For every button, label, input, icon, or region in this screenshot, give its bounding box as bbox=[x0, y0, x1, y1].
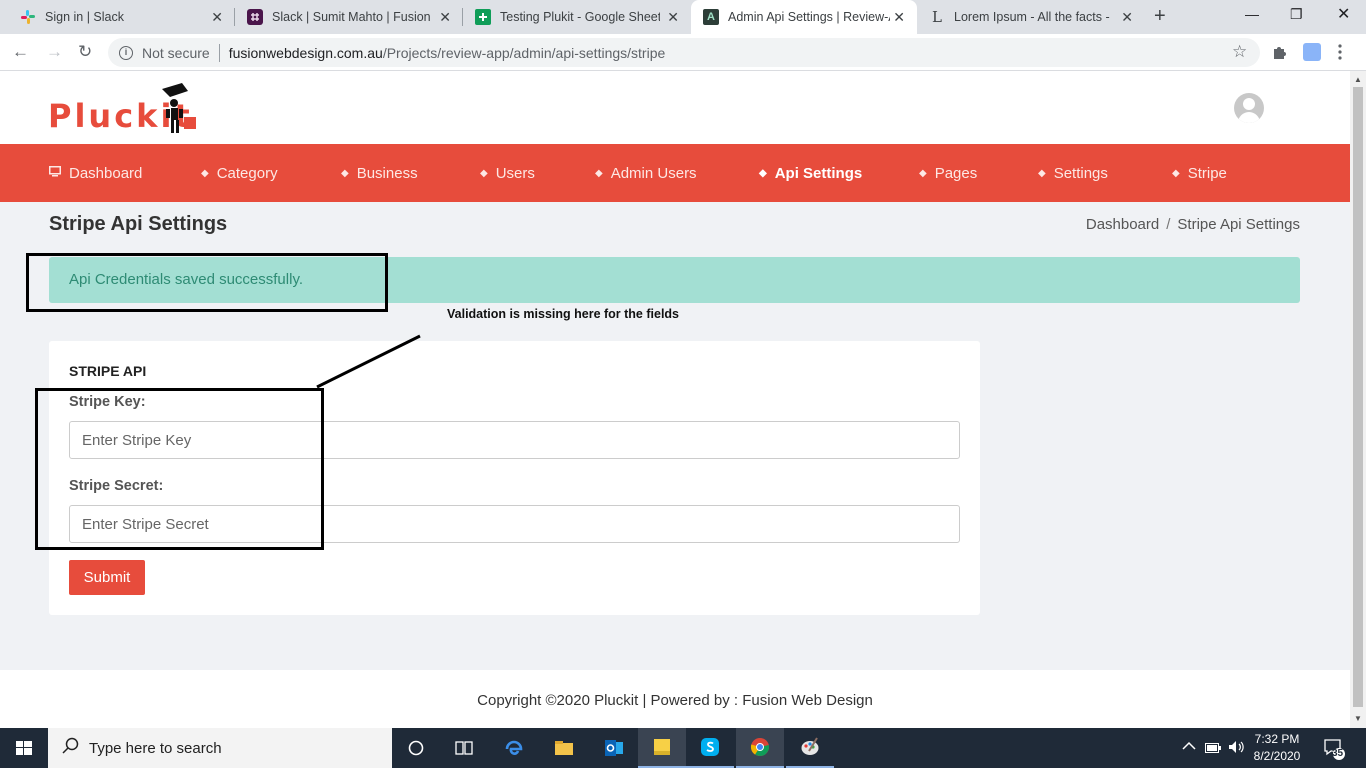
browser-tab-strip: Sign in | Slack ✕ Slack | Sumit Mahto | … bbox=[0, 0, 1366, 34]
cortana-icon[interactable] bbox=[392, 728, 440, 768]
extension-icon[interactable] bbox=[1303, 43, 1321, 61]
annotation-note: Validation is missing here for the field… bbox=[447, 307, 680, 321]
tab-title: Admin Api Settings | Review-A bbox=[728, 10, 890, 24]
task-view-icon[interactable] bbox=[440, 728, 488, 768]
search-placeholder: Type here to search bbox=[89, 739, 222, 757]
paint-icon[interactable] bbox=[786, 728, 834, 768]
scrollbar-thumb[interactable] bbox=[1353, 87, 1363, 707]
extensions-puzzle-icon[interactable] bbox=[1271, 43, 1289, 61]
scroll-down-arrow[interactable]: ▼ bbox=[1354, 714, 1362, 723]
restore-button[interactable]: ❐ bbox=[1290, 6, 1303, 23]
clock-date: 8/2/2020 bbox=[1253, 749, 1301, 763]
scroll-up-arrow[interactable]: ▲ bbox=[1354, 75, 1362, 84]
browser-tab-slack-signin[interactable]: Sign in | Slack ✕ bbox=[0, 0, 235, 34]
forward-button[interactable]: → bbox=[46, 42, 63, 62]
notification-center-icon[interactable]: 35 bbox=[1323, 738, 1345, 768]
start-button[interactable] bbox=[0, 728, 48, 768]
chrome-icon[interactable] bbox=[736, 728, 784, 768]
search-icon bbox=[62, 737, 79, 759]
file-explorer-icon[interactable] bbox=[540, 728, 588, 768]
address-divider bbox=[218, 43, 220, 62]
info-icon[interactable]: i bbox=[119, 45, 133, 60]
battery-icon[interactable] bbox=[1205, 742, 1221, 768]
chrome-menu-icon[interactable] bbox=[1338, 43, 1342, 61]
page-viewport: Pluckit Dashboard ◆ Category ◆ Business … bbox=[0, 71, 1350, 728]
tab-title: Lorem Ipsum - All the facts - L bbox=[954, 10, 1114, 24]
bookmark-star-icon[interactable]: ☆ bbox=[1232, 42, 1247, 62]
security-label: Not secure bbox=[142, 44, 210, 61]
windows-logo-icon bbox=[16, 741, 32, 755]
tab-title: Slack | Sumit Mahto | Fusion W bbox=[272, 10, 430, 24]
browser-tab-admin-api-settings[interactable]: A Admin Api Settings | Review-A ✕ bbox=[691, 0, 917, 34]
tab-title: Testing Plukit - Google Sheets bbox=[500, 10, 660, 24]
slack-icon bbox=[20, 9, 36, 25]
windows-taskbar: Type here to search 7:32 PM 8/2/2020 35 bbox=[0, 728, 1366, 768]
page-scrollbar[interactable]: ▲ ▼ bbox=[1350, 71, 1366, 728]
taskbar-clock[interactable]: 7:32 PM 8/2/2020 bbox=[1242, 731, 1312, 765]
close-tab-icon[interactable]: ✕ bbox=[211, 9, 223, 26]
browser-tab-slack-workspace[interactable]: Slack | Sumit Mahto | Fusion W ✕ bbox=[235, 0, 463, 34]
taskbar-search[interactable]: Type here to search bbox=[48, 728, 392, 768]
close-tab-icon[interactable]: ✕ bbox=[439, 9, 451, 26]
close-tab-icon[interactable]: ✕ bbox=[667, 9, 679, 26]
tab-title: Sign in | Slack bbox=[45, 10, 124, 24]
skype-icon[interactable] bbox=[686, 728, 734, 768]
url-host: fusionwebdesign.com.au bbox=[228, 44, 383, 61]
browser-toolbar: ← → ↻ i Not secure fusionwebdesign.com.a… bbox=[0, 34, 1366, 71]
lorem-icon: L bbox=[932, 8, 942, 26]
sticky-notes-icon[interactable] bbox=[638, 728, 686, 768]
minimize-button[interactable]: — bbox=[1245, 6, 1259, 22]
browser-tab-sheets[interactable]: Testing Plukit - Google Sheets ✕ bbox=[463, 0, 691, 34]
url-path: /Projects/review-app/admin/api-settings/… bbox=[382, 44, 666, 61]
edge-icon[interactable] bbox=[490, 728, 538, 768]
annotation-pointer-line bbox=[316, 334, 421, 389]
sheets-icon bbox=[475, 9, 491, 25]
browser-tab-lorem-ipsum[interactable]: L Lorem Ipsum - All the facts - L ✕ bbox=[917, 0, 1145, 34]
clock-time: 7:32 PM bbox=[1254, 732, 1300, 746]
reload-button[interactable]: ↻ bbox=[78, 42, 92, 62]
close-tab-icon[interactable]: ✕ bbox=[1121, 9, 1133, 26]
close-tab-icon[interactable]: ✕ bbox=[893, 9, 905, 26]
slack-workspace-icon bbox=[247, 9, 263, 25]
notification-count: 35 bbox=[1332, 748, 1344, 759]
back-button[interactable]: ← bbox=[12, 42, 29, 62]
admin-app-icon: A bbox=[703, 9, 719, 25]
new-tab-button[interactable]: + bbox=[1154, 5, 1166, 28]
outlook-icon[interactable] bbox=[590, 728, 638, 768]
chevron-up-icon[interactable] bbox=[1182, 740, 1196, 768]
address-bar[interactable]: i Not secure fusionwebdesign.com.au /Pro… bbox=[108, 38, 1260, 67]
close-window-button[interactable]: ✕ bbox=[1337, 4, 1350, 24]
